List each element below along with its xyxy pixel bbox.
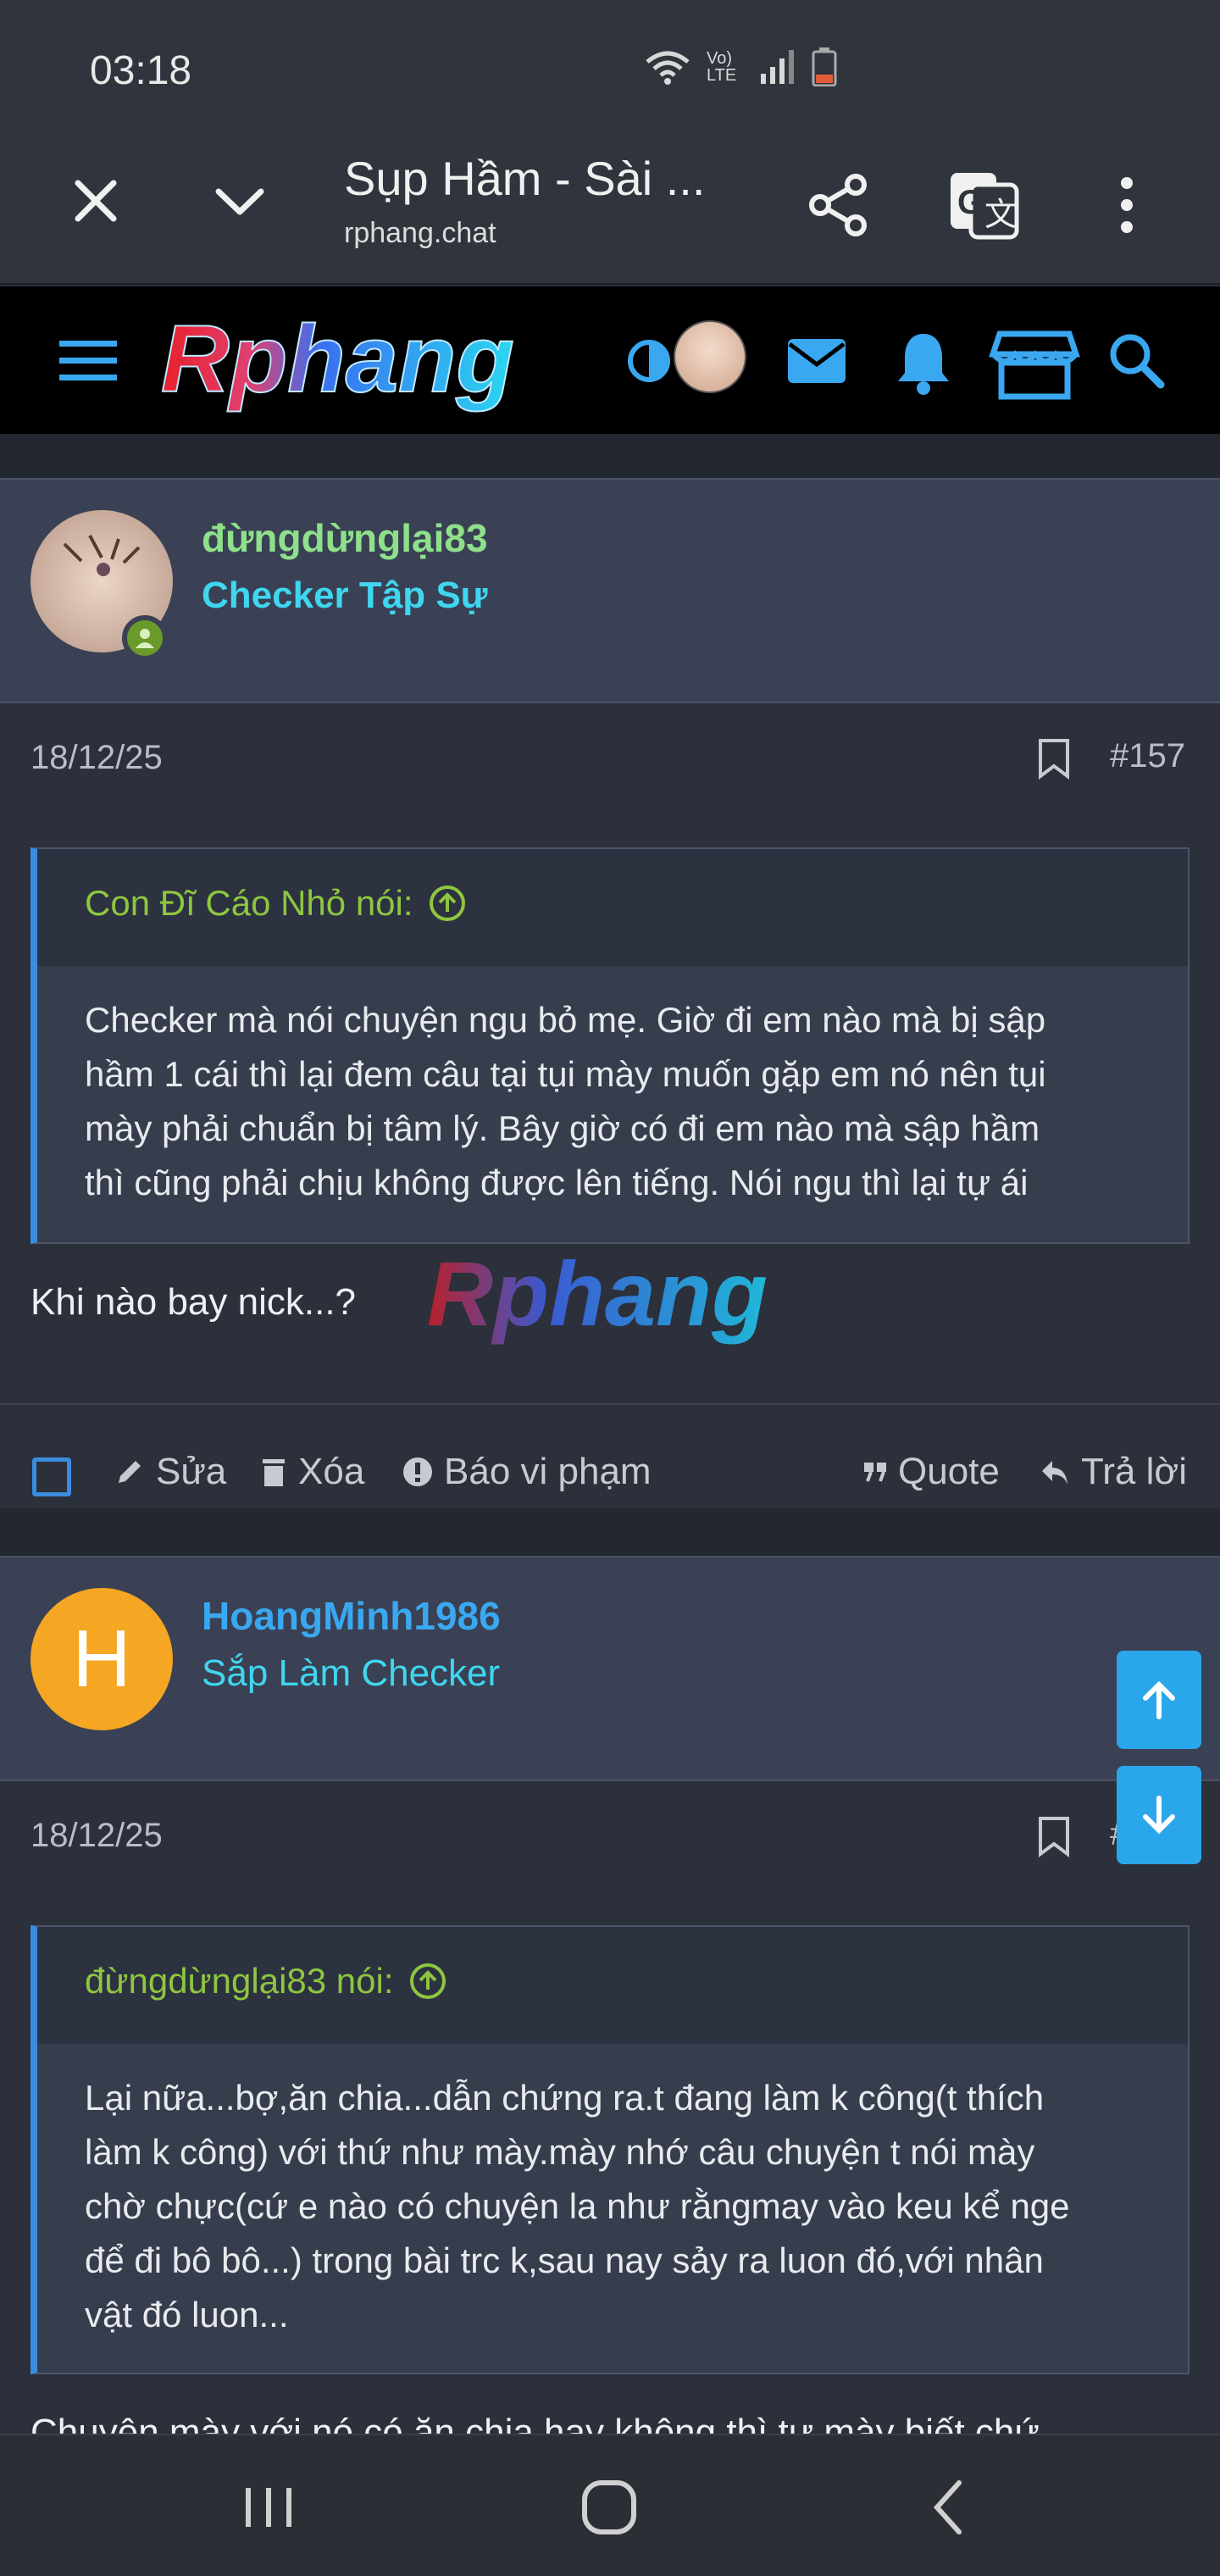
menu-icon[interactable] <box>58 337 119 385</box>
alert-circle-icon <box>403 1457 432 1486</box>
divider <box>0 434 1220 478</box>
status-icons: Vo) LTE <box>644 47 837 86</box>
quote-line: Checker mà nói chuyện ngu bỏ mẹ. Giờ đi … <box>85 1000 1046 1040</box>
select-checkbox[interactable] <box>32 1457 71 1496</box>
quote-block: đừngdừnglại83 nói: Lại nữa...bợ,ăn chia.… <box>30 1925 1190 2374</box>
post-text: Khi nào bay nick...? <box>30 1281 357 1323</box>
bell-icon[interactable] <box>883 320 964 402</box>
svg-text:G: G <box>957 184 984 221</box>
page-title: Sụp Hầm - Sài ... <box>344 152 706 205</box>
quote-line: hầm 1 cái thì lại đem câu tại tụi mày mu… <box>85 1054 1046 1094</box>
watermark-logo: Rphang <box>427 1244 768 1345</box>
avatar[interactable] <box>674 320 746 393</box>
quote-line: để đi bô bô...) trong bài trc k,sau nay … <box>85 2240 1044 2280</box>
pencil-icon <box>119 1461 141 1483</box>
post-text-partial: Chuyện mày với nó có ăn chia hay không t… <box>30 2412 1040 2434</box>
online-status-icon <box>122 615 168 661</box>
arrow-up-icon <box>1143 1680 1175 1719</box>
wifi-icon <box>646 51 690 85</box>
share-icon[interactable] <box>805 171 873 239</box>
post-date[interactable]: 18/12/25 <box>30 1817 163 1855</box>
report-button[interactable]: Báo vi phạm <box>402 1451 652 1493</box>
quote-header[interactable]: đừngdừnglại83 nói: <box>37 1927 1188 2044</box>
quote-author: Con Đĩ Cáo Nhỏ nói: <box>85 883 413 923</box>
scroll-top-button[interactable] <box>1117 1651 1201 1749</box>
browser-toolbar: Sụp Hầm - Sài ... rphang.chat G文 <box>0 127 1220 285</box>
reply-icon <box>1042 1461 1068 1485</box>
quote-button[interactable]: Quote <box>862 1451 1000 1493</box>
quote-line: vật đó luon... <box>85 2295 289 2334</box>
store-icon[interactable] <box>988 320 1081 402</box>
battery-icon <box>812 47 837 86</box>
quote-author: đừngdừnglại83 nói: <box>85 1961 394 2001</box>
edit-button[interactable]: Sửa <box>114 1451 226 1493</box>
svg-text:Rphang: Rphang <box>427 1244 768 1345</box>
post-date[interactable]: 18/12/25 <box>30 739 163 777</box>
post-meta: 18/12/25 # <box>0 1781 1220 1891</box>
more-vert-icon[interactable] <box>1101 171 1152 239</box>
bookmark-icon[interactable] <box>1035 1815 1073 1857</box>
status-time: 03:18 <box>90 48 192 93</box>
post-separator <box>0 1508 1220 1556</box>
user-title: Sắp Làm Checker <box>202 1652 501 1694</box>
thread-content: đừngdừnglại83 Checker Tập Sự 18/12/25 #1… <box>0 434 1220 2434</box>
mail-icon[interactable] <box>776 320 857 402</box>
bookmark-icon[interactable] <box>1035 737 1073 780</box>
quote-line: chờ chực(cứ e nào có chuyện la như rằngm… <box>85 2186 1070 2226</box>
search-icon[interactable] <box>1096 320 1178 402</box>
post-157: đừngdừnglại83 Checker Tập Sự 18/12/25 #1… <box>0 478 1220 1529</box>
quote-body: Checker mà nói chuyện ngu bỏ mẹ. Giờ đi … <box>37 966 1188 1244</box>
quote-line: thì cũng phải chịu không được lên tiếng.… <box>85 1163 1029 1202</box>
quote-line: làm k công) với thứ như mày.mày nhớ câu … <box>85 2132 1035 2172</box>
quote-block: Con Đĩ Cáo Nhỏ nói: Checker mà nói chuyệ… <box>30 847 1190 1244</box>
logo-text: Rphang <box>161 308 514 412</box>
quote-line: Lại nữa...bợ,ăn chia...dẫn chứng ra.t đa… <box>85 2078 1045 2118</box>
post-user-header: H HoangMinh1986 Sắp Làm Checker <box>0 1556 1220 1781</box>
reply-button[interactable]: Trả lời <box>1039 1451 1187 1493</box>
quote-header[interactable]: Con Đĩ Cáo Nhỏ nói: <box>37 849 1188 966</box>
post-number[interactable]: #157 <box>1110 737 1185 775</box>
post-meta: 18/12/25 #157 <box>0 703 1220 813</box>
close-icon[interactable] <box>66 171 125 230</box>
svg-text:文: 文 <box>984 197 1017 233</box>
recent-apps-icon[interactable] <box>230 2469 307 2545</box>
user-title: Checker Tập Sự <box>202 575 488 616</box>
arrow-down-icon <box>1143 1796 1175 1835</box>
chevron-down-icon[interactable] <box>210 171 269 230</box>
signal-icon <box>761 50 794 84</box>
translate-icon[interactable]: G文 <box>946 166 1022 242</box>
arrow-up-circle-icon[interactable] <box>427 883 468 924</box>
page-url: rphang.chat <box>344 217 496 249</box>
user-avatar[interactable]: H <box>30 1588 173 1730</box>
home-icon[interactable] <box>571 2469 647 2545</box>
status-bar: 03:18 Vo) LTE <box>0 0 1220 142</box>
quote-line: mày phải chuẩn bị tâm lý. Bây giờ có đi … <box>85 1108 1040 1148</box>
username[interactable]: HoangMinh1986 <box>202 1593 501 1639</box>
volte-icon: Vo) LTE <box>707 49 737 85</box>
quote-body: Lại nữa...bợ,ăn chia...dẫn chứng ra.t đa… <box>37 2044 1188 2376</box>
system-nav-bar <box>0 2434 1220 2576</box>
post-158: H HoangMinh1986 Sắp Làm Checker 18/12/25… <box>0 1556 1220 2434</box>
site-header: Rphang <box>0 286 1220 434</box>
trash-icon <box>263 1459 285 1486</box>
avatar-letter: H <box>72 1613 131 1704</box>
site-logo[interactable]: Rphang <box>158 308 573 414</box>
username[interactable]: đừngdừnglại83 <box>202 515 488 561</box>
delete-button[interactable]: Xóa <box>259 1451 364 1493</box>
arrow-up-circle-icon[interactable] <box>408 1961 448 2001</box>
back-icon[interactable] <box>912 2469 988 2545</box>
post-user-header: đừngdừnglại83 Checker Tập Sự <box>0 478 1220 703</box>
quote-icon <box>864 1463 886 1482</box>
scroll-bottom-button[interactable] <box>1117 1766 1201 1864</box>
